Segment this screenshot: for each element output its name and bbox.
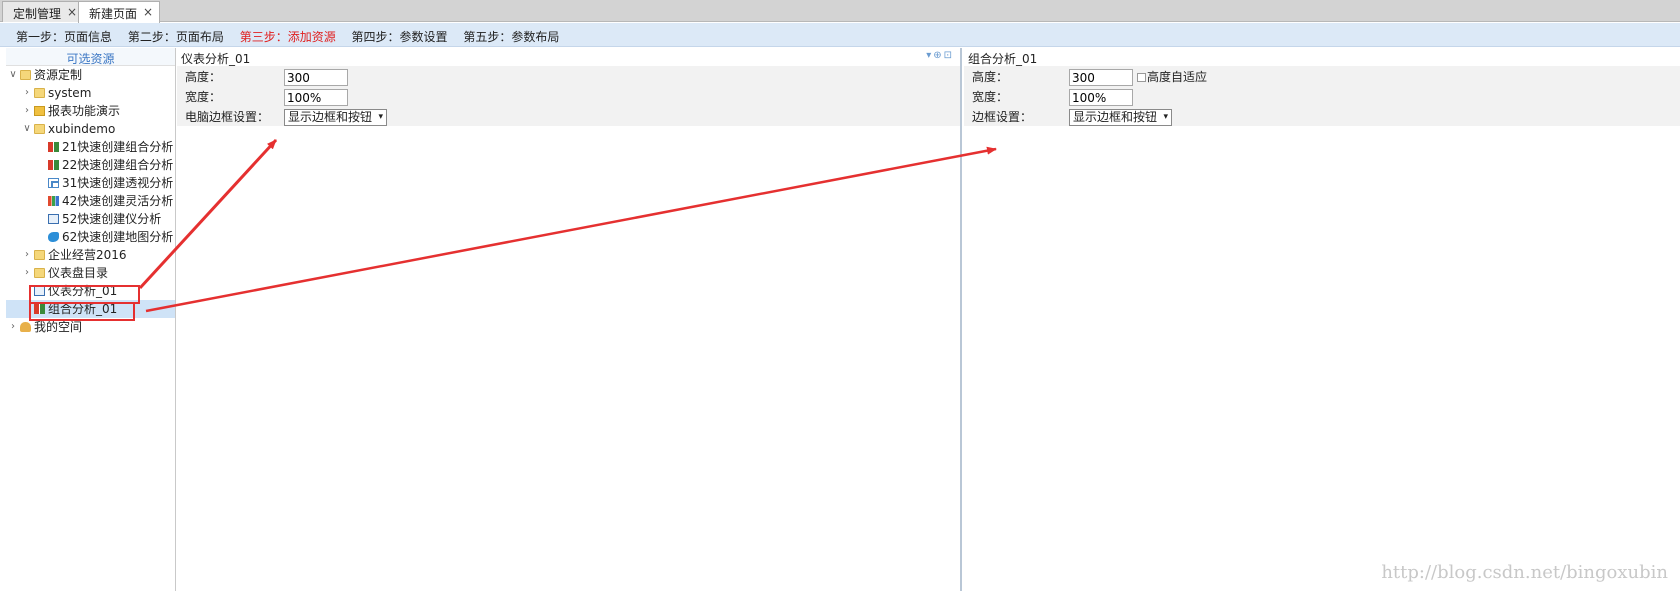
tab-label: 新建页面 bbox=[89, 7, 138, 21]
wizard-steps: 第一步：页面信息 第二步：页面布局 第三步：添加资源 第四步：参数设置 第五步：… bbox=[0, 23, 1680, 47]
tree-node-label: xubindemo bbox=[48, 122, 116, 136]
folder-icon bbox=[20, 70, 31, 80]
tree-node-dashboard-dir[interactable]: › 仪表盘目录 bbox=[6, 264, 175, 282]
tree-node-enterprise-2016[interactable]: › 企业经营2016 bbox=[6, 246, 175, 264]
locked-folder-icon bbox=[34, 106, 45, 116]
chevron-right-icon[interactable]: › bbox=[22, 264, 32, 282]
tree-node-label: 31快速创建透视分析 bbox=[62, 176, 174, 190]
chevron-right-icon[interactable]: › bbox=[8, 318, 18, 336]
border-setting-label: 边框设置： bbox=[972, 110, 1033, 124]
user-space-icon bbox=[20, 322, 31, 332]
folder-icon bbox=[34, 268, 45, 278]
step-page-layout[interactable]: 第二步：页面布局 bbox=[128, 28, 224, 45]
tree-node-system[interactable]: › system bbox=[6, 84, 175, 102]
width-label: 宽度： bbox=[185, 90, 222, 104]
tree-node-resource[interactable]: 62快速创建地图分析 bbox=[6, 228, 175, 246]
tree-node-label: 报表功能演示 bbox=[48, 104, 121, 118]
chevron-right-icon[interactable]: › bbox=[22, 102, 32, 120]
chevron-right-icon[interactable]: › bbox=[22, 84, 32, 102]
folder-icon bbox=[34, 250, 45, 260]
panel-tools-icon[interactable]: ▾⊕⊡ bbox=[926, 50, 954, 61]
autofit-label: 高度自适应 bbox=[1147, 70, 1208, 84]
tree-node-report-demo[interactable]: › 报表功能演示 bbox=[6, 102, 175, 120]
step-parameter-settings[interactable]: 第四步：参数设置 bbox=[352, 28, 448, 45]
step-page-info[interactable]: 第一步：页面信息 bbox=[16, 28, 112, 45]
panel-header: 仪表分析_01 ▾⊕⊡ bbox=[177, 48, 960, 66]
height-input[interactable] bbox=[1069, 69, 1133, 86]
tab-bar: 定制管理 × 新建页面 × bbox=[0, 0, 1680, 23]
height-label: 高度： bbox=[972, 70, 1009, 84]
bar-chart-icon bbox=[48, 196, 59, 206]
panel-header: 组合分析_01 bbox=[964, 48, 1680, 66]
autofit-checkbox[interactable] bbox=[1137, 73, 1146, 82]
chevron-down-icon[interactable]: ∨ bbox=[8, 66, 18, 84]
close-icon[interactable]: × bbox=[67, 5, 77, 19]
tree-node-resource[interactable]: 22快速创建组合分析 bbox=[6, 156, 175, 174]
panel-properties: 高度： 高度自适应 宽度： 边框设置： 显示边框和按钮 ▾ bbox=[964, 66, 1680, 126]
panel-properties: 高度： 宽度： 电脑边框设置： 显示边框和按钮 ▾ bbox=[177, 66, 960, 126]
tree-node-label: 仪表盘目录 bbox=[48, 266, 109, 280]
meter-analysis-icon bbox=[48, 214, 59, 224]
chevron-down-icon: ▾ bbox=[1163, 112, 1169, 122]
tree-node-label: 42快速创建灵活分析 bbox=[62, 194, 174, 208]
folder-icon bbox=[34, 88, 45, 98]
tree-node-label: 21快速创建组合分析 bbox=[62, 140, 174, 154]
width-label: 宽度： bbox=[972, 90, 1009, 104]
tab-label: 定制管理 bbox=[13, 7, 62, 21]
resource-panel-combo: 组合分析_01 高度： 高度自适应 宽度： 边框设置： 显示边框和按钮 ▾ bbox=[964, 48, 1680, 591]
tree-node-label: 52快速创建仪分析 bbox=[62, 212, 162, 226]
step-parameter-layout[interactable]: 第五步：参数布局 bbox=[463, 28, 559, 45]
tree-node-resource[interactable]: 31快速创建透视分析 bbox=[6, 174, 175, 192]
border-setting-label: 电脑边框设置： bbox=[185, 110, 270, 124]
map-analysis-icon bbox=[48, 232, 59, 242]
border-setting-select[interactable]: 显示边框和按钮 ▾ bbox=[1069, 109, 1173, 126]
sidebar-title: 可选资源 bbox=[6, 48, 175, 66]
width-input[interactable] bbox=[1069, 89, 1133, 106]
folder-icon bbox=[34, 124, 45, 134]
tree-node-label: 62快速创建地图分析 bbox=[62, 230, 174, 244]
watermark: http://blog.csdn.net/bingoxubin bbox=[1381, 562, 1668, 583]
height-label: 高度： bbox=[185, 70, 222, 84]
step-add-resources[interactable]: 第三步：添加资源 bbox=[240, 28, 336, 45]
tree-node-label: 资源定制 bbox=[34, 68, 83, 82]
chevron-right-icon[interactable]: › bbox=[22, 246, 32, 264]
combo-analysis-icon bbox=[48, 160, 59, 170]
tab-new-page[interactable]: 新建页面 × bbox=[78, 1, 161, 23]
tree-node-label: 企业经营2016 bbox=[48, 248, 127, 262]
chevron-down-icon[interactable]: ∨ bbox=[22, 120, 32, 138]
select-value: 显示边框和按钮 bbox=[1073, 110, 1158, 124]
tree-node-resource[interactable]: 21快速创建组合分析 bbox=[6, 138, 175, 156]
tree-node-resource[interactable]: 42快速创建灵活分析 bbox=[6, 192, 175, 210]
annotation-box bbox=[29, 302, 135, 321]
border-setting-select[interactable]: 显示边框和按钮 ▾ bbox=[284, 109, 388, 126]
tab-custom-management[interactable]: 定制管理 × bbox=[2, 1, 85, 22]
close-icon[interactable]: × bbox=[143, 5, 153, 19]
tree-node-resource[interactable]: 52快速创建仪分析 bbox=[6, 210, 175, 228]
resource-panel-meter: 仪表分析_01 ▾⊕⊡ 高度： 宽度： 电脑边框设置： 显示边框和按钮 ▾ bbox=[177, 48, 962, 591]
panel-title: 组合分析_01 bbox=[968, 52, 1038, 66]
pivot-analysis-icon bbox=[48, 178, 59, 188]
select-value: 显示边框和按钮 bbox=[288, 110, 373, 124]
tree-node-resource-custom[interactable]: ∨ 资源定制 bbox=[6, 66, 175, 84]
tree-node-xubindemo[interactable]: ∨ xubindemo bbox=[6, 120, 175, 138]
panel-title: 仪表分析_01 bbox=[181, 52, 251, 66]
chevron-down-icon: ▾ bbox=[378, 112, 384, 122]
combo-analysis-icon bbox=[48, 142, 59, 152]
tree-node-label: 22快速创建组合分析 bbox=[62, 158, 174, 172]
height-input[interactable] bbox=[284, 69, 348, 86]
width-input[interactable] bbox=[284, 89, 348, 106]
tree-node-label: system bbox=[48, 86, 92, 100]
